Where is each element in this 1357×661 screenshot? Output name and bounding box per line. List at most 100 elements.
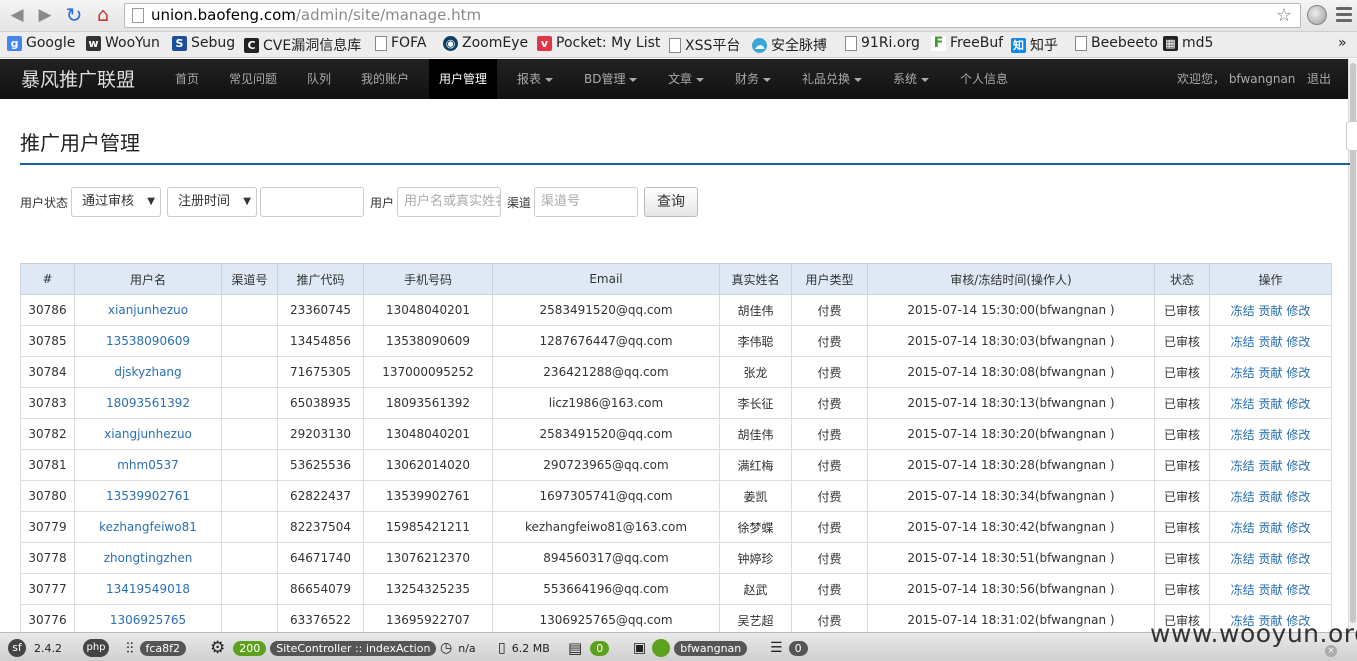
contribution-link[interactable]: 贡献 (1258, 304, 1282, 318)
bookmark-md5[interactable]: ▦ md5 (1163, 35, 1213, 51)
username-link[interactable]: xianjunhezuo (108, 303, 188, 317)
user-search-input[interactable]: 用户名或真实姓名 (397, 187, 501, 217)
bookmark-wooyun[interactable]: w WooYun (86, 35, 160, 51)
forward-arrow-icon[interactable]: ▶ (34, 4, 56, 26)
logs[interactable]: ▤ 0 (568, 638, 610, 658)
freeze-link[interactable]: 冻结 (1231, 583, 1255, 597)
username-link[interactable]: mhm0537 (117, 458, 179, 472)
nav-home[interactable]: 首页 (165, 59, 209, 99)
edit-link[interactable]: 修改 (1286, 459, 1310, 473)
bookmark-google[interactable]: g Google (7, 35, 75, 51)
edit-link[interactable]: 修改 (1286, 521, 1310, 535)
app-navbar: 暴风推广联盟 首页 常见问题 队列 我的账户 用户管理 报表 BD管理 文章 财… (0, 59, 1348, 99)
url-bar[interactable]: union.baofeng.com/admin/site/manage.htm … (124, 3, 1301, 28)
request-token[interactable]: ⫶⫶ fca8f2 (126, 638, 187, 658)
caret-down-icon (696, 77, 705, 82)
brand-logo[interactable]: 暴风推广联盟 (21, 65, 135, 92)
nav-finance[interactable]: 财务 (725, 59, 781, 99)
bookmark-fofa[interactable]: FOFA (375, 35, 426, 51)
nav-my-account[interactable]: 我的账户 (351, 59, 419, 99)
contribution-link[interactable]: 贡献 (1258, 521, 1282, 535)
nav-bd[interactable]: BD管理 (574, 59, 647, 99)
symfony-version[interactable]: sf 2.4.2 (8, 638, 62, 658)
username-link[interactable]: zhongtingzhen (104, 551, 193, 565)
freeze-link[interactable]: 冻结 (1231, 397, 1255, 411)
nav-queue[interactable]: 队列 (297, 59, 341, 99)
query-button[interactable]: 查询 (644, 187, 698, 217)
bookmark-91ri[interactable]: 91Ri.org (845, 35, 920, 51)
menu-icon[interactable] (1336, 7, 1352, 23)
contribution-link[interactable]: 贡献 (1258, 366, 1282, 380)
username-link[interactable]: 13538090609 (106, 334, 190, 348)
bookmark-zoomeye[interactable]: ◉ ZoomEye (443, 35, 528, 51)
column-header: 渠道号 (221, 263, 278, 295)
bookmark-pocket[interactable]: v Pocket: My List (537, 35, 660, 51)
edit-link[interactable]: 修改 (1286, 583, 1310, 597)
bookmark-sebug[interactable]: S Sebug (172, 35, 235, 51)
reload-icon[interactable]: ↻ (63, 3, 85, 27)
username-link[interactable]: djskyzhang (114, 365, 181, 379)
edit-link[interactable]: 修改 (1286, 335, 1310, 349)
nav-system[interactable]: 系统 (883, 59, 939, 99)
contribution-link[interactable]: 贡献 (1258, 552, 1282, 566)
username-link[interactable]: 18093561392 (106, 396, 190, 410)
side-tab[interactable] (1346, 121, 1357, 151)
nav-profile[interactable]: 个人信息 (950, 59, 1018, 99)
username-link[interactable]: 1306925765 (110, 613, 186, 627)
table-cell: 30783 (20, 387, 75, 419)
freeze-link[interactable]: 冻结 (1231, 552, 1255, 566)
contribution-link[interactable]: 贡献 (1258, 459, 1282, 473)
close-toolbar-icon[interactable]: × (1325, 645, 1337, 657)
freeze-link[interactable]: 冻结 (1231, 366, 1255, 380)
nav-user-management[interactable]: 用户管理 (429, 59, 498, 99)
back-arrow-icon[interactable]: ◀ (6, 4, 28, 26)
edit-link[interactable]: 修改 (1286, 552, 1310, 566)
freeze-link[interactable]: 冻结 (1231, 521, 1255, 535)
time-select[interactable]: 注册时间 ▼ (167, 187, 257, 217)
nav-articles[interactable]: 文章 (658, 59, 714, 99)
channel-input[interactable]: 渠道号 (534, 187, 638, 217)
php-info[interactable]: php (83, 638, 109, 658)
freeze-link[interactable]: 冻结 (1231, 304, 1255, 318)
contribution-link[interactable]: 贡献 (1258, 490, 1282, 504)
edit-link[interactable]: 修改 (1286, 490, 1310, 504)
freeze-link[interactable]: 冻结 (1231, 459, 1255, 473)
edit-link[interactable]: 修改 (1286, 397, 1310, 411)
bookmark-star-icon[interactable]: ☆ (1276, 4, 1292, 27)
db-queries[interactable]: ☰ 0 (770, 638, 808, 658)
globe-icon[interactable] (1307, 5, 1327, 25)
bookmark-secpulse[interactable]: ☁ 安全脉搏 (752, 35, 827, 55)
edit-link[interactable]: 修改 (1286, 304, 1310, 318)
status-select[interactable]: 通过审核 ▼ (71, 187, 161, 217)
username-link[interactable]: kezhangfeiwo81 (99, 520, 197, 534)
bookmarks-more[interactable]: » (1338, 35, 1347, 51)
contribution-link[interactable]: 贡献 (1258, 583, 1282, 597)
username-link[interactable]: 13419549018 (106, 582, 190, 596)
contribution-link[interactable]: 贡献 (1258, 428, 1282, 442)
nav-gifts[interactable]: 礼品兑换 (792, 59, 872, 99)
bookmark-xss[interactable]: XSS平台 (669, 35, 740, 55)
home-icon[interactable]: ⌂ (92, 4, 114, 26)
bookmark-beebeeto[interactable]: Beebeeto (1075, 35, 1158, 51)
freeze-link[interactable]: 冻结 (1231, 490, 1255, 504)
timer[interactable]: ◷ n/a (440, 638, 476, 658)
edit-link[interactable]: 修改 (1286, 428, 1310, 442)
request-status[interactable]: ⚙ 200 SiteController :: indexAction (210, 638, 437, 658)
stopwatch-icon: ◷ (440, 640, 453, 656)
security-user[interactable]: ▣ bfwangnan (633, 638, 748, 658)
nav-faq[interactable]: 常见问题 (219, 59, 287, 99)
logout-link[interactable]: 退出 (1297, 59, 1341, 99)
memory[interactable]: ▯ 6.2 MB (498, 638, 550, 658)
contribution-link[interactable]: 贡献 (1258, 397, 1282, 411)
freeze-link[interactable]: 冻结 (1231, 428, 1255, 442)
username-link[interactable]: 13539902761 (106, 489, 190, 503)
bookmark-cve[interactable]: C CVE漏洞信息库 (244, 35, 361, 55)
bookmark-zhihu[interactable]: 知知乎 (1011, 35, 1058, 55)
bookmark-freebuf[interactable]: F FreeBuf (931, 35, 1003, 51)
contribution-link[interactable]: 贡献 (1258, 335, 1282, 349)
nav-reports[interactable]: 报表 (507, 59, 563, 99)
freeze-link[interactable]: 冻结 (1231, 335, 1255, 349)
username-link[interactable]: xiangjunhezuo (104, 427, 192, 441)
edit-link[interactable]: 修改 (1286, 366, 1310, 380)
date-input[interactable] (260, 187, 364, 217)
